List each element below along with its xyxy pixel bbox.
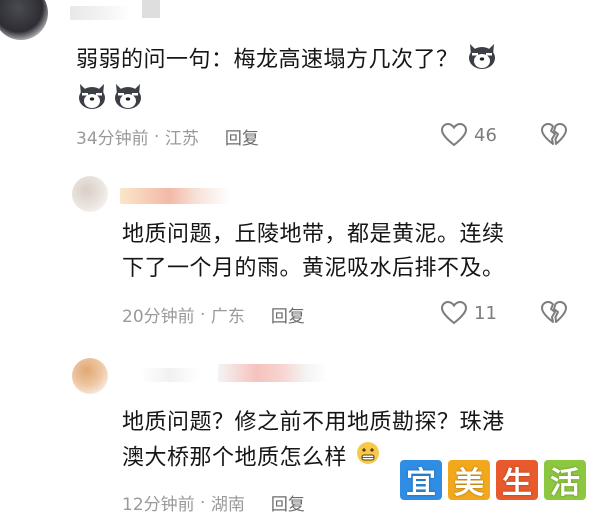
comment-text: 弱弱的问一句：梅龙高速塌方几次了？ [76, 40, 498, 81]
username-blurred[interactable] [218, 364, 328, 382]
heart-icon [440, 300, 468, 325]
username-blurred-block [142, 0, 160, 18]
reply-button[interactable]: 回复 [271, 302, 305, 327]
broken-heart-icon [541, 123, 567, 145]
dog-emoji-icon [76, 80, 108, 114]
reply-button[interactable]: 回复 [271, 490, 305, 515]
watermark-char: 美 [446, 458, 492, 502]
dog-emoji-icon [112, 80, 144, 114]
comment-line: 地质问题？修之前不用地质勘探？珠港 [122, 410, 505, 435]
dog-emoji-icon [466, 40, 498, 81]
comment-meta: 20分钟前 · 广东 回复 [122, 302, 305, 328]
location: 湖南 [210, 495, 245, 515]
emoji-row [76, 80, 144, 114]
username-blurred[interactable] [120, 188, 230, 204]
separator: · [194, 492, 211, 513]
watermark-char: 宜 [398, 458, 444, 502]
like-button[interactable]: 46 [440, 122, 497, 148]
comment-meta: 12分钟前 · 湖南 回复 [122, 490, 305, 516]
watermark-char: 活 [542, 458, 588, 502]
location: 江苏 [164, 129, 199, 149]
dislike-button[interactable] [540, 300, 568, 330]
like-count: 11 [474, 302, 497, 324]
broken-heart-icon [541, 301, 567, 323]
heart-icon [440, 122, 468, 147]
separator: · [194, 304, 211, 325]
separator: · [148, 126, 165, 147]
like-button[interactable]: 11 [440, 300, 497, 326]
username-blurred[interactable] [140, 368, 200, 382]
timestamp: 12分钟前 [122, 495, 195, 515]
comment-line: 地质问题，丘陵地带，都是黄泥。连续 [122, 222, 505, 247]
username-blurred[interactable] [70, 6, 130, 20]
dislike-button[interactable] [540, 122, 568, 152]
timestamp: 34分钟前 [76, 129, 149, 149]
location: 广东 [210, 307, 245, 327]
comment-meta: 34分钟前 · 江苏 回复 [76, 124, 259, 150]
grimace-emoji-icon [355, 440, 381, 477]
timestamp: 20分钟前 [122, 307, 195, 327]
comment-2: 地质问题，丘陵地带，都是黄泥。连续 下了一个月的雨。黄泥吸水后排不及。 20分钟… [0, 170, 600, 335]
avatar[interactable] [72, 358, 108, 394]
avatar[interactable] [72, 176, 108, 212]
watermark-logo: 宜 美 生 活 [396, 458, 588, 502]
comment-1: 弱弱的问一句：梅龙高速塌方几次了？ 34分钟前 · 江苏 回复 46 [0, 0, 600, 160]
like-count: 46 [474, 124, 497, 146]
comment-line: 下了一个月的雨。黄泥吸水后排不及。 [122, 256, 505, 281]
watermark-char: 生 [494, 458, 540, 502]
comment-text: 地质问题，丘陵地带，都是黄泥。连续 下了一个月的雨。黄泥吸水后排不及。 [122, 218, 505, 286]
reply-button[interactable]: 回复 [225, 124, 259, 149]
avatar[interactable] [0, 0, 48, 40]
